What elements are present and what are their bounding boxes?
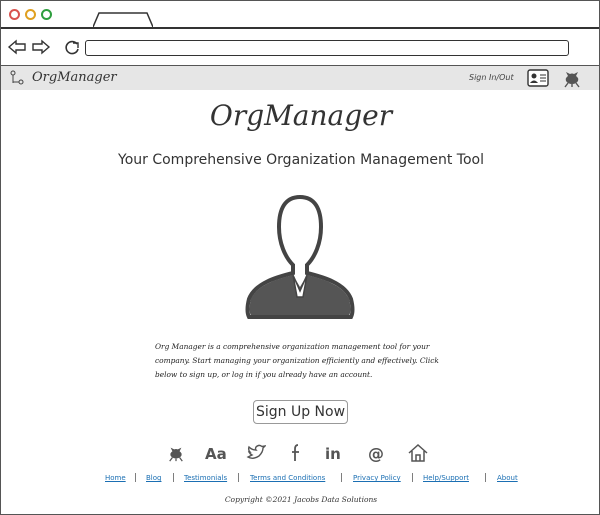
twitter-icon[interactable]: [245, 442, 267, 464]
footer-separator: |: [172, 473, 176, 483]
svg-text:in: in: [325, 445, 341, 462]
browser-window: OrgManager Sign In/Out OrgManager Your C…: [0, 0, 600, 515]
page-title: OrgManager: [209, 99, 393, 132]
svg-text:@: @: [368, 444, 384, 462]
at-sign-icon[interactable]: @: [365, 442, 387, 464]
footer-separator: |: [237, 473, 241, 483]
footer-link-testimonials[interactable]: Testimonials: [184, 474, 227, 482]
url-input[interactable]: [85, 40, 569, 56]
footer-separator: |: [411, 473, 415, 483]
back-arrow-icon[interactable]: [7, 39, 27, 55]
org-tree-icon: [10, 70, 24, 86]
person-silhouette-icon: [241, 191, 359, 319]
footer-link-privacy[interactable]: Privacy Policy: [353, 474, 401, 482]
font-icon[interactable]: Aa: [205, 442, 227, 464]
footer-separator: |: [134, 473, 138, 483]
brand-name[interactable]: OrgManager: [32, 70, 117, 85]
close-window-button[interactable]: [9, 9, 20, 20]
footer-separator: |: [484, 473, 488, 483]
github-icon[interactable]: [165, 442, 187, 464]
footer-link-home[interactable]: Home: [105, 474, 126, 482]
app-header: OrgManager Sign In/Out: [1, 66, 599, 90]
intro-line: below to sign up, or log in if you alrea…: [155, 370, 373, 379]
sign-in-out-link[interactable]: Sign In/Out: [469, 73, 514, 82]
footer-separator: |: [340, 473, 344, 483]
facebook-icon[interactable]: [285, 442, 307, 464]
home-icon[interactable]: [407, 442, 429, 464]
forward-arrow-icon[interactable]: [31, 39, 51, 55]
title-bar: [1, 1, 599, 29]
footer-link-help[interactable]: Help/Support: [423, 474, 469, 482]
browser-tab[interactable]: [93, 11, 153, 27]
sign-up-button[interactable]: Sign Up Now: [253, 400, 348, 424]
profile-card-icon[interactable]: [527, 69, 549, 87]
footer-link-blog[interactable]: Blog: [146, 474, 161, 482]
github-octocat-icon[interactable]: [562, 68, 582, 88]
linkedin-icon[interactable]: in: [325, 442, 347, 464]
reload-icon[interactable]: [63, 39, 83, 55]
footer-link-about[interactable]: About: [497, 474, 518, 482]
browser-toolbar: [1, 29, 599, 66]
copyright: Copyright ©2021 Jacobs Data Solutions: [224, 495, 378, 504]
svg-text:Aa: Aa: [205, 445, 227, 462]
intro-text: Org Manager is a comprehensive organizat…: [155, 340, 455, 382]
page-subtitle: Your Comprehensive Organization Manageme…: [118, 152, 484, 168]
footer-link-terms[interactable]: Terms and Conditions: [250, 474, 325, 482]
maximize-window-button[interactable]: [41, 9, 52, 20]
intro-line: company. Start managing your organizatio…: [155, 356, 439, 365]
minimize-window-button[interactable]: [25, 9, 36, 20]
intro-line: Org Manager is a comprehensive organizat…: [155, 342, 430, 351]
